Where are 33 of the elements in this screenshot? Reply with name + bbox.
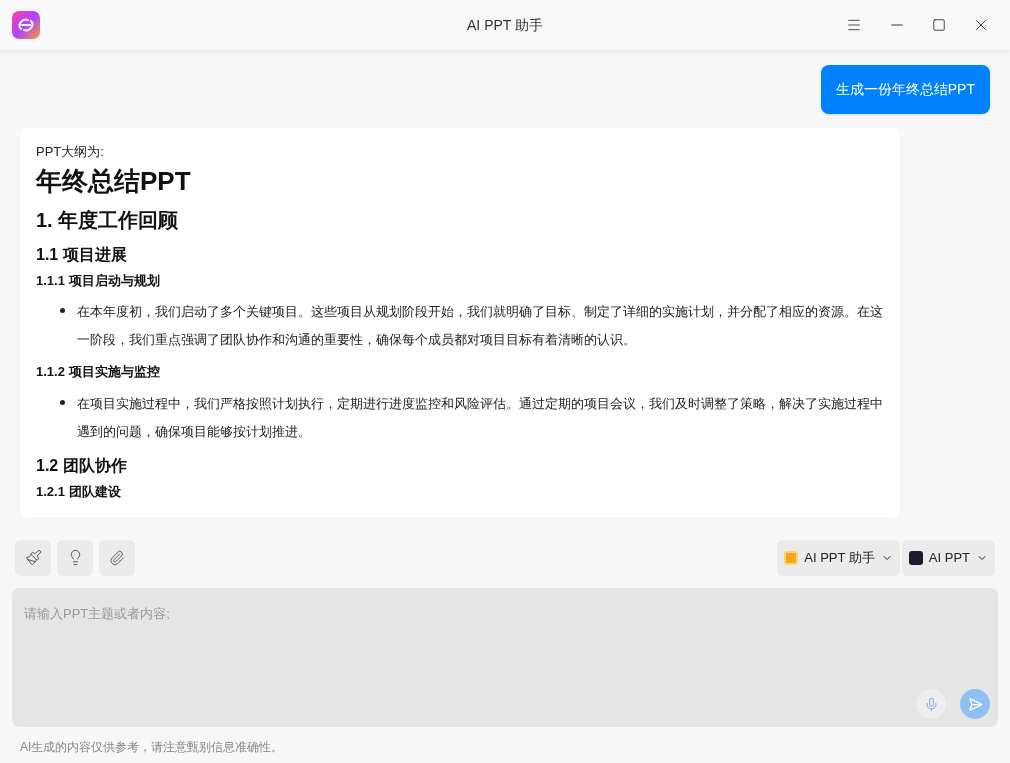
model-selector[interactable]: AI PPT [901,539,995,576]
send-button[interactable] [960,689,990,719]
outline-heading: 1.1 项目进展 [36,244,128,265]
window-title: AI PPT 助手 [467,15,543,35]
outline-subheading: 1.2.1 团队建设 [36,482,122,501]
app-logo-icon [12,11,40,39]
outline-subheading: 1.1.2 项目实施与监控 [36,363,161,381]
idea-button[interactable] [57,539,93,576]
clear-button[interactable] [15,539,51,576]
maximize-icon[interactable] [932,18,946,32]
paperclip-icon [109,549,125,566]
input-field[interactable]: 请输入PPT主题或者内容; [12,588,998,688]
outline-paragraph: 在本年度初，我们启动了多个关键项目。这些项目从规划阶段开始，我们就明确了目标、制定了详细的实施计划，并分配了相应的资源。在这一阶段，我们重点强调了团队协作和沟通的重要性，确保每个成员都对项目目标有着清晰的认识。 [77,303,884,349]
outline-title: 年终总结PPT [36,164,192,198]
outline-heading: 1.2 团队协作 [36,455,128,476]
bullet-icon [60,308,65,313]
model-icon [908,550,923,565]
bullet-icon [60,399,65,405]
model-selector[interactable]: AI PPT 助手 [777,539,900,576]
outline-paragraph: 在项目实施过程中，我们严格按照计划执行，定期进行进度监控和风险评估。通过定期的项目会议，我们及时调整了策略，解决了实施过程中遇到的问题，确保项目能够按计划推进。 [77,394,884,441]
attach-button[interactable] [99,539,135,576]
input-area[interactable]: 请输入PPT主题或者内容; [12,588,998,727]
send-icon [967,696,983,712]
microphone-icon [923,696,939,712]
reply-intro: PPT大纲为: [36,143,105,161]
brush-icon [24,549,42,566]
microphone-button[interactable] [916,689,946,719]
disclaimer: AI生成的内容仅供参考，请注意甄别信息准确性。 [19,739,285,756]
outline-heading: 1. 年度工作回顾 [36,207,180,233]
user-message: 生成一份年终总结PPT [820,65,990,114]
assistant-icon [784,550,799,565]
outline-subheading: 1.1.1 项目启动与规划 [36,271,161,290]
menu-icon[interactable] [846,17,862,33]
